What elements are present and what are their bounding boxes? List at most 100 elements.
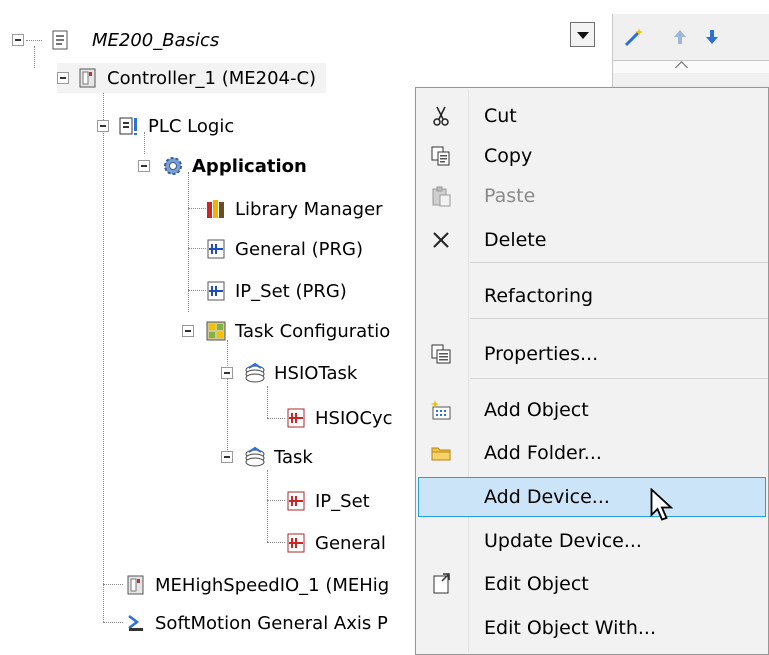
tree-item-label: IP_Set	[315, 490, 370, 512]
menu-item-label: Refactoring	[484, 285, 594, 307]
tree-line	[267, 418, 285, 419]
tree-item-project[interactable]: ME200_Basics	[50, 25, 219, 55]
properties-icon	[431, 344, 451, 364]
menu-item-cut[interactable]: Cut	[416, 96, 768, 136]
mouse-pointer-icon	[650, 488, 674, 521]
tree-line	[103, 92, 104, 622]
menu-item-label: Add Device...	[484, 486, 610, 508]
menu-item-label: Paste	[484, 185, 536, 207]
tree-item-label: Controller_1 (ME204-C)	[107, 67, 317, 89]
menu-separator	[470, 318, 768, 319]
tree-item-label: Task Configuratio	[235, 320, 391, 342]
menu-item-label: Edit Object	[484, 573, 589, 595]
menu-item-update-device[interactable]: Update Device...	[416, 521, 768, 561]
project-file-icon	[52, 30, 68, 50]
menu-item-label: Cut	[484, 105, 517, 127]
menu-item-edit-object[interactable]: Edit Object	[416, 564, 768, 604]
menu-item-add-folder[interactable]: Add Folder...	[416, 433, 768, 473]
menu-item-label: Update Device...	[484, 530, 642, 552]
tree-item-label: ME200_Basics	[92, 29, 220, 51]
add-object-icon	[431, 400, 451, 420]
task-stack-icon	[245, 446, 265, 467]
tree-item-application[interactable]: Application	[162, 151, 307, 181]
tree-item-task-configuration[interactable]: Task Configuratio	[205, 316, 390, 346]
tree-item-hsiotask[interactable]: HSIOTask	[244, 358, 357, 388]
copy-icon	[431, 146, 450, 166]
menu-item-paste[interactable]: Paste	[416, 176, 768, 216]
collapse-toggle[interactable]	[138, 160, 150, 172]
menu-item-copy[interactable]: Copy	[416, 136, 768, 176]
tree-item-label: IP_Set (PRG)	[235, 280, 347, 302]
tree-item-label: PLC Logic	[148, 115, 235, 137]
tree-item-task[interactable]: Task	[244, 442, 313, 472]
menu-item-add-object[interactable]: Add Object	[416, 390, 768, 430]
dropdown-toggle[interactable]	[570, 22, 595, 47]
program-call-icon	[287, 491, 305, 511]
menu-item-edit-object-with[interactable]: Edit Object With...	[416, 608, 768, 648]
io-module-icon	[127, 575, 144, 595]
menu-item-label: Delete	[484, 229, 547, 251]
tree-line	[267, 470, 268, 542]
tree-item-general-prg[interactable]: General (PRG)	[205, 234, 363, 264]
chevron-up-icon	[675, 61, 688, 74]
program-call-icon	[287, 533, 305, 553]
tree-item-label: Library Manager	[235, 198, 383, 220]
tree-line	[267, 500, 285, 501]
scroll-up-area[interactable]	[613, 60, 769, 74]
menu-separator	[470, 378, 768, 379]
tree-item-ipset-prg[interactable]: IP_Set (PRG)	[205, 276, 347, 306]
collapse-toggle[interactable]	[221, 451, 233, 463]
gear-icon	[164, 157, 182, 175]
program-call-icon	[287, 408, 305, 428]
menu-item-label: Edit Object With...	[484, 617, 657, 639]
tree-line	[188, 290, 206, 291]
menu-item-label: Properties...	[484, 343, 599, 365]
tree-item-label: Application	[192, 155, 307, 177]
menu-item-delete[interactable]: Delete	[416, 220, 768, 260]
tree-item-mehighspeedio[interactable]: MEHighSpeedIO_1 (MEHig	[125, 570, 389, 600]
tree-item-label: General	[315, 532, 386, 554]
menu-item-add-device[interactable]: Add Device...	[418, 477, 766, 517]
controller-icon	[79, 68, 96, 88]
tree-item-task-general[interactable]: General	[285, 528, 386, 558]
collapse-toggle[interactable]	[182, 325, 194, 337]
task-configuration-icon	[206, 321, 226, 341]
collapse-toggle[interactable]	[12, 34, 24, 46]
tree-line	[103, 584, 123, 585]
axis-icon	[128, 615, 143, 631]
scissors-icon	[433, 106, 449, 126]
tree-item-task-ipset[interactable]: IP_Set	[285, 486, 370, 516]
tree-item-label: HSIOCyc	[315, 407, 393, 429]
move-down-icon[interactable]	[701, 26, 723, 48]
tree-line	[267, 542, 285, 543]
tree-line	[26, 40, 42, 41]
move-up-icon[interactable]	[669, 26, 691, 48]
tree-line	[267, 386, 268, 418]
edit-object-icon	[433, 573, 450, 594]
collapse-toggle[interactable]	[221, 367, 233, 379]
tree-item-label: HSIOTask	[274, 362, 358, 384]
tree-item-softmotion-axis[interactable]: SoftMotion General Axis P	[125, 608, 388, 638]
magic-wand-icon[interactable]	[623, 26, 645, 48]
tree-item-hsiocyc[interactable]: HSIOCyc	[285, 403, 393, 433]
context-menu: Cut Copy Paste Delete Refactoring Proper…	[415, 87, 769, 655]
tree-line	[188, 248, 206, 249]
tree-line	[34, 46, 35, 68]
tree-item-controller[interactable]: Controller_1 (ME204-C)	[57, 63, 327, 93]
tree-item-library-manager[interactable]: Library Manager	[205, 194, 383, 224]
menu-item-properties[interactable]: Properties...	[416, 334, 768, 374]
tree-line	[103, 622, 123, 623]
program-pou-icon	[207, 239, 225, 259]
menu-item-label: Add Object	[484, 399, 589, 421]
paste-icon	[432, 186, 451, 207]
menu-item-label: Copy	[484, 145, 533, 167]
task-stack-icon	[245, 362, 265, 383]
collapse-toggle[interactable]	[57, 72, 69, 84]
menu-item-refactoring[interactable]: Refactoring	[416, 276, 768, 316]
tree-line	[227, 340, 228, 460]
collapse-toggle[interactable]	[97, 120, 109, 132]
menu-item-label: Add Folder...	[484, 442, 602, 464]
tree-item-plc-logic[interactable]: PLC Logic	[118, 111, 234, 141]
tree-line	[188, 172, 189, 312]
plc-logic-icon	[119, 117, 137, 135]
